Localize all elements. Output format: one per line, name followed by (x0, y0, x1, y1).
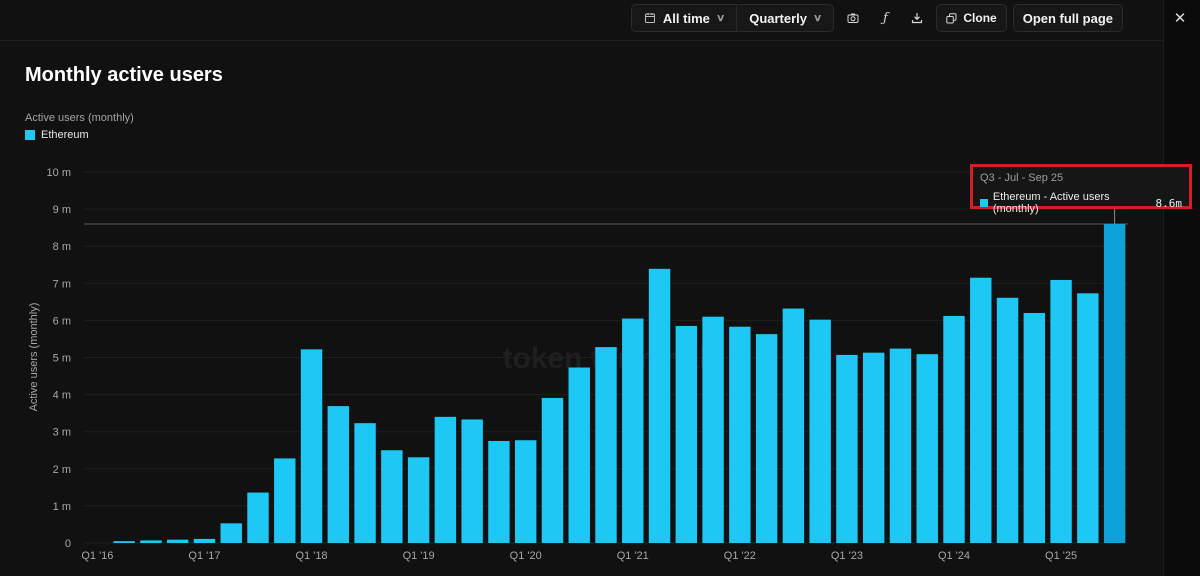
y-axis-label: Active users (monthly) (28, 303, 40, 412)
close-icon: ✕ (1173, 10, 1187, 27)
bar-q1-25 (1050, 279, 1072, 543)
bar-q1-17 (193, 538, 216, 543)
chart-tooltip: Q3 - Jul - Sep 25 Ethereum - Active user… (970, 164, 1192, 215)
bar-q4-18 (381, 450, 403, 543)
y-tick-label: 2 m (53, 464, 71, 476)
bar-q1-23 (836, 354, 858, 543)
bar-q1-22 (729, 326, 751, 543)
tooltip-period: Q3 - Jul - Sep 25 (980, 172, 1064, 184)
bar-q1-21 (622, 318, 644, 543)
bar-q2-22 (755, 334, 778, 543)
x-tick-label: Q1 '24 (938, 550, 970, 562)
tooltip-value: 8.6m (1155, 196, 1183, 210)
y-tick-label: 5 m (53, 353, 71, 365)
x-tick-label: Q1 '20 (510, 550, 542, 562)
bar-q4-16 (166, 539, 189, 543)
x-tick-label: Q1 '25 (1045, 550, 1077, 562)
bar-q1-20 (514, 440, 537, 543)
x-tick-label: Q1 '19 (403, 550, 435, 562)
bar-q2-24 (970, 277, 992, 543)
y-tick-label: 0 (65, 538, 71, 550)
bar-q4-24 (1023, 312, 1046, 543)
bar-q2-23 (862, 352, 885, 543)
x-tick-label: Q1 '17 (188, 550, 220, 562)
y-tick-label: 1 m (53, 501, 71, 513)
y-tick-label: 9 m (53, 204, 71, 216)
bar-q3-17 (247, 492, 269, 543)
bar-q2-18 (327, 406, 350, 543)
bar-q2-19 (434, 416, 457, 543)
bar-q4-20 (595, 347, 617, 543)
bar-q3-16 (140, 540, 162, 543)
y-tick-label: 4 m (53, 390, 71, 402)
bar-q4-17 (274, 458, 296, 543)
bar-q4-19 (488, 440, 510, 543)
bar-q1-19 (407, 457, 430, 543)
y-tick-label: 6 m (53, 315, 71, 327)
bar-q2-16 (113, 541, 135, 543)
x-tick-label: Q1 '22 (724, 550, 756, 562)
tooltip-series-label: Ethereum - Active users (monthly) (992, 191, 1110, 215)
bar-q4-23 (916, 354, 938, 543)
bar-q3-21 (675, 325, 698, 543)
bar-q2-21 (648, 268, 671, 543)
y-tick-label: 8 m (53, 241, 71, 253)
bar-q2-17 (220, 523, 242, 543)
bar-q3-22 (782, 308, 805, 543)
bar-q3-23 (889, 348, 912, 543)
chart-panel: All time ∨ Quarterly ∨ ƒ Clone Open full… (0, 0, 1192, 576)
bar-q4-22 (809, 319, 831, 543)
bar-q2-25 (1077, 293, 1099, 543)
tooltip-swatch (980, 199, 988, 207)
bar-q3-24 (996, 297, 1019, 543)
bar-q3-18 (354, 423, 376, 543)
y-tick-label: 7 m (53, 278, 71, 290)
bar-q1-18 (300, 349, 323, 543)
bar-q1-24 (943, 315, 965, 543)
bar-q3-25 (1103, 223, 1126, 543)
bar-q4-21 (702, 316, 724, 543)
bar-q3-19 (461, 419, 483, 543)
x-tick-label: Q1 '18 (295, 550, 327, 562)
x-tick-label: Q1 '23 (831, 550, 863, 562)
x-tick-label: Q1 '21 (617, 550, 649, 562)
bar-q3-20 (568, 367, 590, 543)
x-tick-label: Q1 '16 (81, 550, 113, 562)
close-button[interactable]: ✕ (1160, 0, 1200, 36)
tooltip-row: Ethereum - Active users (monthly) 8.6m (980, 191, 1182, 215)
bar-q2-20 (541, 397, 564, 543)
bar-chart: token terminal01 m2 m3 m4 m5 m6 m7 m8 m9… (28, 167, 1128, 562)
y-tick-label: 3 m (53, 427, 71, 439)
y-tick-label: 10 m (47, 167, 71, 179)
